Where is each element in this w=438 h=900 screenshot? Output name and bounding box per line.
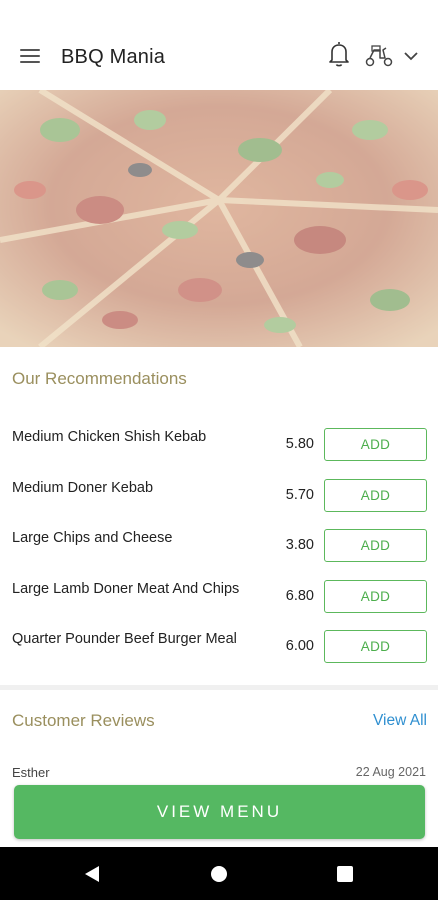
item-price: 5.80 <box>285 436 314 452</box>
list-item: Quarter Pounder Beef Burger Meal 6.00 AD… <box>0 620 438 671</box>
chevron-down-icon[interactable] <box>403 50 419 62</box>
recommendations-title: Our Recommendations <box>12 369 187 388</box>
section-divider <box>0 685 438 690</box>
view-menu-button[interactable]: VIEW MENU <box>14 785 425 839</box>
hero-image <box>0 90 438 347</box>
add-button[interactable]: ADD <box>324 529 427 562</box>
bell-icon[interactable] <box>327 40 351 68</box>
review-author: Esther <box>12 765 50 780</box>
recents-icon[interactable] <box>337 866 353 882</box>
item-name: Quarter Pounder Beef Burger Meal <box>12 631 237 647</box>
add-button[interactable]: ADD <box>324 428 427 461</box>
reviews-title: Customer Reviews <box>12 711 155 730</box>
back-icon[interactable] <box>84 865 100 883</box>
list-item: Medium Doner Kebab 5.70 ADD <box>0 469 438 520</box>
recommendations-list: Medium Chicken Shish Kebab 5.80 ADD Medi… <box>0 418 438 671</box>
view-all-link[interactable]: View All <box>373 712 427 730</box>
app-bar: BBQ Mania <box>0 0 438 90</box>
home-icon[interactable] <box>211 866 227 882</box>
list-item: Large Lamb Doner Meat And Chips 6.80 ADD <box>0 570 438 621</box>
add-button[interactable]: ADD <box>324 630 427 663</box>
hamburger-menu-icon[interactable] <box>20 49 40 65</box>
item-name: Large Lamb Doner Meat And Chips <box>12 580 240 597</box>
item-name: Medium Chicken Shish Kebab <box>12 429 207 445</box>
system-nav-bar <box>0 847 438 900</box>
add-button[interactable]: ADD <box>324 478 427 512</box>
review-date: 22 Aug 2021 <box>355 765 426 779</box>
pizza-photo <box>0 90 438 347</box>
item-price: 5.70 <box>285 486 314 503</box>
item-price: 6.80 <box>285 587 314 604</box>
item-name: Large Chips and Cheese <box>12 530 173 546</box>
list-item: Large Chips and Cheese 3.80 ADD <box>0 519 438 570</box>
item-price: 6.00 <box>285 638 314 654</box>
delivery-scooter-icon[interactable] <box>364 44 394 68</box>
item-name: Medium Doner Kebab <box>12 479 154 496</box>
add-button[interactable]: ADD <box>324 579 427 613</box>
item-price: 3.80 <box>285 537 314 553</box>
list-item: Medium Chicken Shish Kebab 5.80 ADD <box>0 418 438 469</box>
page-title: BBQ Mania <box>61 46 166 68</box>
